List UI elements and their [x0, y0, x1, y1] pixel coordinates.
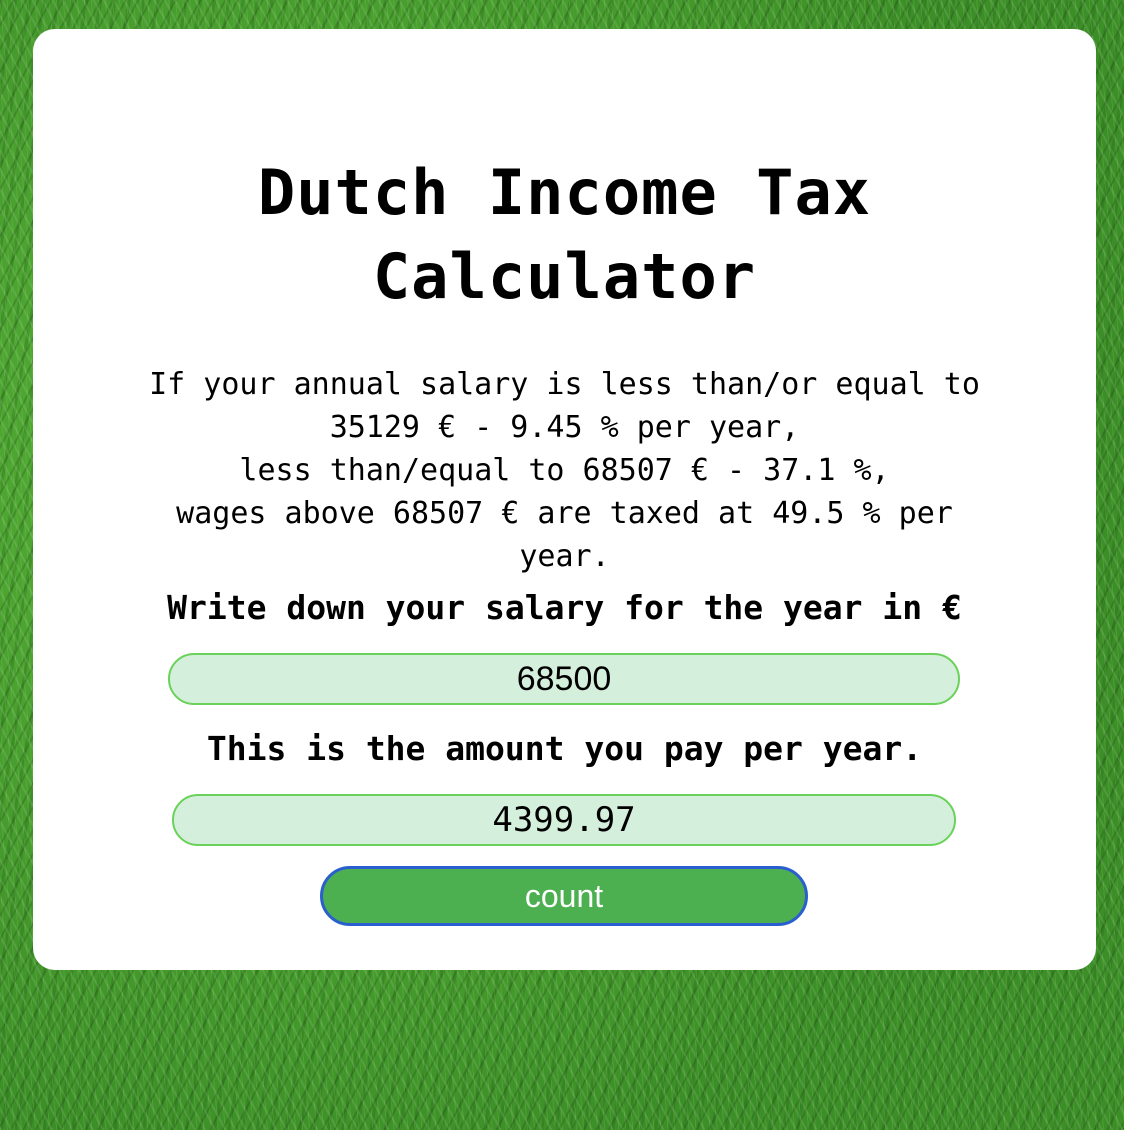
tax-info-line: If your annual salary is less than/or eq… [149, 367, 980, 402]
count-button[interactable]: count [320, 866, 808, 926]
tax-info-line: less than/equal to 68507 € - 37.1 %, [239, 453, 890, 488]
tax-info-text: If your annual salary is less than/or eq… [73, 363, 1056, 578]
salary-label: Write down your salary for the year in € [167, 588, 962, 627]
page-title-line2: Calculator [372, 240, 757, 313]
tax-info-line: year. [519, 539, 610, 574]
page-title: Dutch Income Tax Calculator [33, 151, 1096, 319]
result-label: This is the amount you pay per year. [206, 729, 923, 768]
tax-info-line: wages above 68507 € are taxed at 49.5 % … [176, 496, 953, 531]
page-title-line1: Dutch Income Tax [257, 156, 872, 229]
calculator-card: Dutch Income Tax Calculator If your annu… [33, 29, 1096, 970]
tax-info-line: 35129 € - 9.45 % per year, [329, 410, 800, 445]
tax-result-output: 4399.97 [172, 794, 956, 846]
salary-input[interactable] [168, 653, 960, 705]
